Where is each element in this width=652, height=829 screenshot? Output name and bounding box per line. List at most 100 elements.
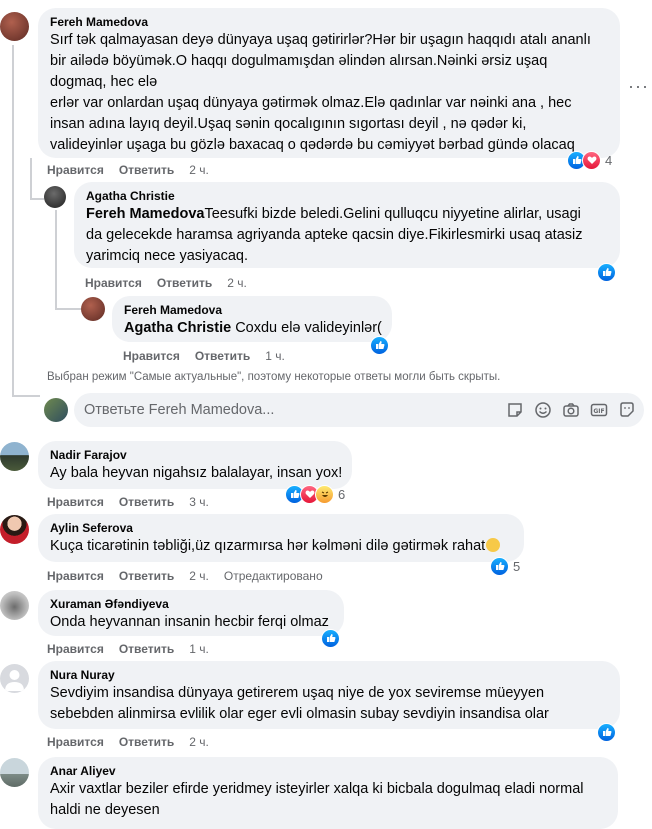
reaction-summary[interactable] [370,335,389,355]
comment-text-line: valideyinlər uşaga bu gözlə baxacaq o qə… [50,137,575,153]
comment-text-line: Fereh MamedovaTeesufki bizde beledi.Geli… [86,206,581,222]
comment-text-line: Axir vaxtlar beziler efirde yeridmey ist… [50,781,584,797]
comment-text-line: haldi ne deyesen [50,802,160,818]
gif-icon[interactable]: GIF [590,401,608,419]
like-reaction-icon [370,335,389,355]
mention-link[interactable]: Agatha Christie [124,320,231,336]
reaction-summary[interactable] [321,628,340,648]
comment-text-line: Kuça ticarətinin təbliği,üz qızarmırsa h… [50,536,512,557]
emoji-icon [486,538,501,552]
avatar[interactable] [0,591,29,620]
reply-button[interactable]: Ответить [119,641,174,657]
comment-text-line: da gelecekde haramsa agriyanda apteke qa… [86,227,583,243]
sort-notice: Выбран режим "Самые актуальные", поэтому… [47,371,501,383]
love-reaction-icon [582,150,601,170]
avatar[interactable] [0,664,29,693]
like-button[interactable]: Нравится [85,275,142,291]
reaction-summary[interactable]: 5 [490,556,520,576]
reply-button[interactable]: Ответить [157,275,212,291]
like-button[interactable]: Нравится [47,568,104,584]
reaction-summary[interactable]: 6 [285,484,345,504]
comment-actions: Нравится Ответить 2 ч. [47,734,224,750]
comment-text-line: yarimciq nece yasiyacaq. [86,248,248,264]
avatar[interactable] [44,186,66,208]
reaction-count: 4 [605,152,613,168]
avatar[interactable] [0,515,29,544]
avatar[interactable] [0,12,29,41]
avatar[interactable] [0,442,29,471]
like-reaction-icon [321,628,340,648]
comment-author[interactable]: Xuraman Əfəndiyeva [50,596,332,612]
reply-button[interactable]: Ответить [119,734,174,750]
avatar[interactable] [0,758,29,787]
camera-icon[interactable] [562,401,580,419]
reply-button[interactable]: Ответить [195,348,250,364]
comment-actions: Нравится Ответить 2 ч. [47,162,224,178]
reaction-summary[interactable] [597,262,616,282]
comment-author[interactable]: Aylin Seferova [50,520,512,536]
comment-actions: Нравится Ответить 2 ч. Отредактировано [47,568,338,584]
avatar[interactable] [81,297,105,321]
comment-author[interactable]: Nadir Farajov [50,447,340,463]
mention-link[interactable]: Fereh Mamedova [86,206,204,222]
timestamp[interactable]: 2 ч. [227,275,247,291]
comment-text-line: Agatha Christie Coxdu elə valideyinlər( [124,320,382,336]
emoji-icon[interactable] [534,401,552,419]
comment-text-line: dogmaq, hec elə [50,74,158,90]
thread-line [12,45,14,397]
like-button[interactable]: Нравится [47,641,104,657]
comment-author[interactable]: Fereh Mamedova [124,302,380,318]
comment-bubble: Nadir Farajov Ay bala heyvan nigahsız ba… [38,441,352,489]
comment-text-line: Sırf tək qalmayasan deyə dünyaya uşaq gə… [50,32,591,48]
comment-text-line: bir ailədə böyümək.O haqqı dogulmamışdan… [50,53,548,69]
current-user-avatar[interactable] [44,398,68,422]
comment-text-line: insan adına layıq deyil.Uşaq sənin qocal… [50,116,527,132]
reaction-count: 6 [338,486,346,502]
reply-placeholder: Ответьте Fereh Mamedova... [84,402,275,418]
comment-text-line: Sevdiyim insandisa dünyaya getirerem uşa… [50,685,545,701]
timestamp[interactable]: 2 ч. [189,734,209,750]
like-reaction-icon [490,556,509,576]
comment-author[interactable]: Fereh Mamedova [50,14,608,30]
thread-connector [55,308,81,310]
reply-button[interactable]: Ответить [119,162,174,178]
timestamp[interactable]: 1 ч. [189,641,209,657]
comment-author[interactable]: Nura Nuray [50,667,608,683]
svg-text:GIF: GIF [593,408,604,415]
comment-bubble: Aylin Seferova Kuça ticarətinin təbliği,… [38,514,524,562]
thread-line [55,210,57,310]
comment-bubble: Fereh Mamedova Sırf tək qalmayasan deyə … [38,8,620,158]
reply-button[interactable]: Ответить [119,494,174,510]
reaction-summary[interactable] [597,722,616,742]
comment-bubble: Fereh Mamedova Agatha Christie Coxdu elə… [112,296,392,342]
timestamp[interactable]: 2 ч. [189,162,209,178]
default-avatar-icon [5,670,24,691]
sticker-icon[interactable] [506,401,524,419]
like-button[interactable]: Нравится [123,348,180,364]
comment-actions: Нравится Ответить 1 ч. [47,641,224,657]
sticker-face-icon[interactable] [618,401,636,419]
comment-bubble: Agatha Christie Fereh MamedovaTeesufki b… [74,182,620,268]
like-button[interactable]: Нравится [47,734,104,750]
comment-author[interactable]: Anar Aliyev [50,763,606,779]
reaction-summary[interactable]: 4 [567,150,612,170]
comment-text-line: Onda heyvannan insanin hecbir ferqi olma… [50,614,329,630]
comment-text-line: erlər var onlardan uşaq dünyaya gətirmək… [50,95,572,111]
comment-bubble: Nura Nuray Sevdiyim insandisa dünyaya ge… [38,661,620,729]
reply-input[interactable]: Ответьте Fereh Mamedova... GIF [74,393,644,427]
comment-text-line: Ay bala heyvan nigahsız balalayar, insan… [50,465,343,481]
like-button[interactable]: Нравится [47,494,104,510]
timestamp[interactable]: 2 ч. [189,568,209,584]
like-button[interactable]: Нравится [47,162,104,178]
reply-button[interactable]: Ответить [119,568,174,584]
comment-bubble: Anar Aliyev Axir vaxtlar beziler efirde … [38,757,618,829]
comment-actions: Нравится Ответить 2 ч. [85,275,262,291]
edited-label[interactable]: Отредактировано [224,568,323,584]
timestamp[interactable]: 3 ч. [189,494,209,510]
like-reaction-icon [597,722,616,742]
thread-connector [12,395,40,397]
timestamp[interactable]: 1 ч. [265,348,285,364]
comment-author[interactable]: Agatha Christie [86,188,608,204]
more-options-icon[interactable]: ··· [628,76,649,97]
comment-actions: Нравится Ответить 3 ч. [47,494,224,510]
